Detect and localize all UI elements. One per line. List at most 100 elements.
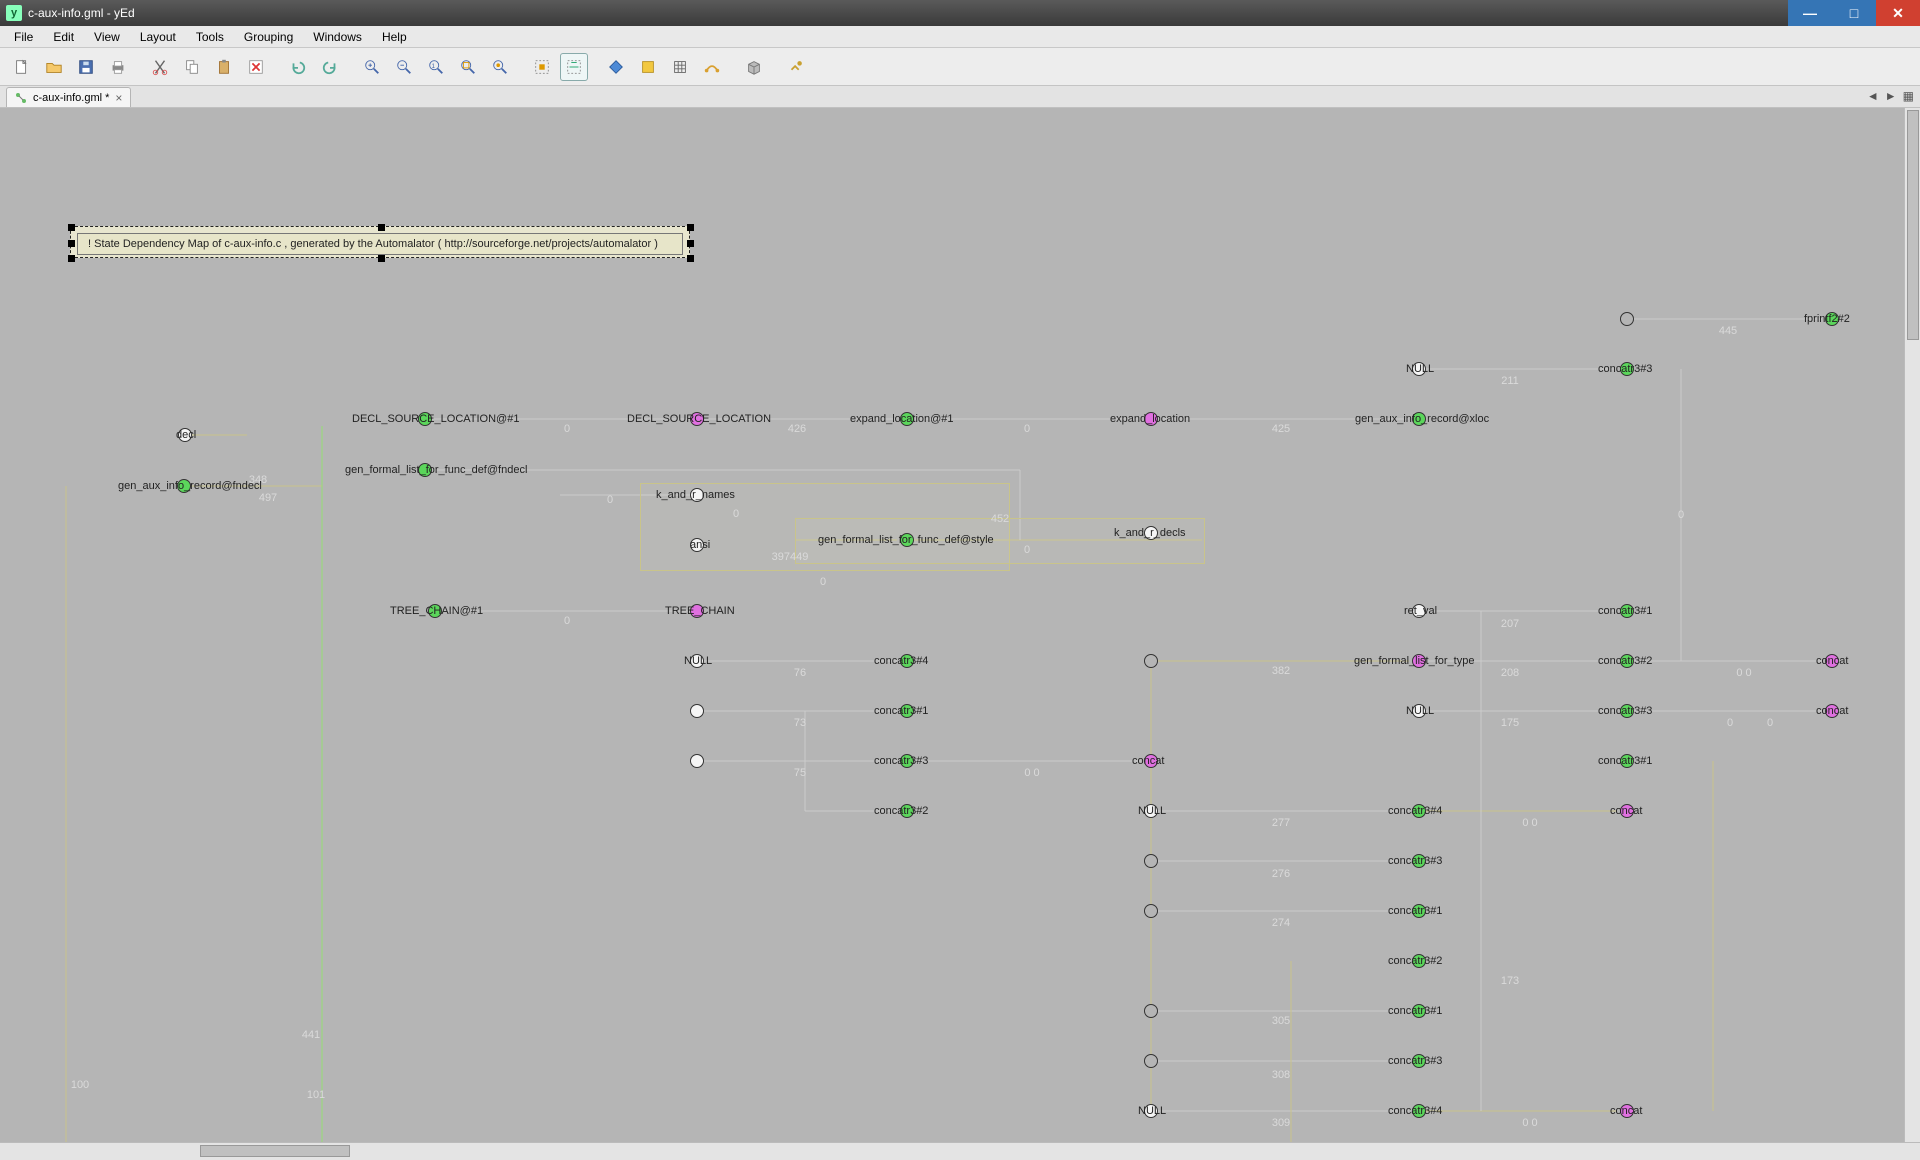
tab-next-button[interactable]: ► bbox=[1885, 89, 1897, 103]
node-NULL1[interactable] bbox=[690, 654, 704, 668]
undo-button[interactable] bbox=[284, 53, 312, 81]
node-NULL3[interactable] bbox=[1144, 1104, 1158, 1118]
node-concat2m[interactable] bbox=[1620, 804, 1634, 818]
window-maximize-button[interactable]: □ bbox=[1832, 0, 1876, 26]
tab-close-button[interactable]: × bbox=[115, 91, 122, 105]
menu-view[interactable]: View bbox=[86, 28, 128, 46]
node-concat[interactable] bbox=[1144, 754, 1158, 768]
node-expand_location[interactable] bbox=[1144, 412, 1158, 426]
selection-handle[interactable] bbox=[68, 224, 75, 231]
window-minimize-button[interactable]: — bbox=[1788, 0, 1832, 26]
node-NULLtop[interactable] bbox=[1412, 362, 1426, 376]
layout-organic-button[interactable] bbox=[634, 53, 662, 81]
node-decl[interactable] bbox=[178, 428, 192, 442]
node-TREE_CHAIN1[interactable] bbox=[428, 604, 442, 618]
selection-handle[interactable] bbox=[687, 240, 694, 247]
menu-file[interactable]: File bbox=[6, 28, 41, 46]
node-ret_val[interactable] bbox=[1412, 604, 1426, 618]
node-fprintf[interactable] bbox=[1825, 312, 1839, 326]
node-NULL2[interactable] bbox=[1144, 804, 1158, 818]
menu-tools[interactable]: Tools bbox=[188, 28, 232, 46]
zoom-fit-button[interactable] bbox=[454, 53, 482, 81]
vertical-scrollbar[interactable] bbox=[1904, 108, 1920, 1142]
node-gen_aux_info_record_xloc[interactable] bbox=[1412, 412, 1426, 426]
selection-handle[interactable] bbox=[378, 224, 385, 231]
redo-button[interactable] bbox=[316, 53, 344, 81]
node-w1[interactable] bbox=[690, 704, 704, 718]
node-gen_aux_info_record_fndecl[interactable] bbox=[177, 479, 191, 493]
horizontal-scroll-thumb[interactable] bbox=[200, 1145, 350, 1157]
menu-help[interactable]: Help bbox=[374, 28, 415, 46]
menu-edit[interactable]: Edit bbox=[45, 28, 82, 46]
node-disc[interactable] bbox=[1620, 312, 1634, 326]
selection-handle[interactable] bbox=[687, 224, 694, 231]
node-gr5[interactable] bbox=[1144, 1054, 1158, 1068]
node-cc32a[interactable] bbox=[1412, 954, 1426, 968]
node-cc33b[interactable] bbox=[1412, 1054, 1426, 1068]
node-concat31[interactable] bbox=[900, 704, 914, 718]
node-ccx33top[interactable] bbox=[1620, 362, 1634, 376]
selection-handle[interactable] bbox=[687, 255, 694, 262]
menu-layout[interactable]: Layout bbox=[132, 28, 184, 46]
settings-button[interactable] bbox=[782, 53, 810, 81]
delete-button[interactable] bbox=[242, 53, 270, 81]
node-ccx33[interactable] bbox=[1620, 704, 1634, 718]
window-close-button[interactable]: ✕ bbox=[1876, 0, 1920, 26]
node-ansi[interactable] bbox=[690, 538, 704, 552]
paste-button[interactable] bbox=[210, 53, 238, 81]
node-gr2[interactable] bbox=[1144, 854, 1158, 868]
node-k_and_r_names[interactable] bbox=[690, 488, 704, 502]
package-button[interactable] bbox=[740, 53, 768, 81]
print-button[interactable] bbox=[104, 53, 132, 81]
node-k_and_r_decls[interactable] bbox=[1144, 526, 1158, 540]
layout-hierarchic-button[interactable] bbox=[602, 53, 630, 81]
zoom-reset-button[interactable]: 1 bbox=[422, 53, 450, 81]
node-gen_formal_list_for_func_def_fndecl[interactable] bbox=[418, 463, 432, 477]
save-button[interactable] bbox=[72, 53, 100, 81]
zoom-in-button[interactable] bbox=[358, 53, 386, 81]
node-ccx32[interactable] bbox=[1620, 654, 1634, 668]
menu-windows[interactable]: Windows bbox=[305, 28, 370, 46]
selection-handle[interactable] bbox=[68, 240, 75, 247]
fit-content-button[interactable] bbox=[528, 53, 556, 81]
selection-handle[interactable] bbox=[68, 255, 75, 262]
node-concatR2[interactable] bbox=[1825, 704, 1839, 718]
node-gr1[interactable] bbox=[1144, 654, 1158, 668]
node-concat3m[interactable] bbox=[1620, 1104, 1634, 1118]
node-cc31b[interactable] bbox=[1412, 1004, 1426, 1018]
copy-button[interactable] bbox=[178, 53, 206, 81]
node-concat32[interactable] bbox=[900, 804, 914, 818]
fit-selection-button[interactable] bbox=[560, 53, 588, 81]
node-gen_formal_list_for_type[interactable] bbox=[1412, 654, 1426, 668]
node-concat34[interactable] bbox=[900, 654, 914, 668]
node-TREE_CHAIN[interactable] bbox=[690, 604, 704, 618]
node-gr4[interactable] bbox=[1144, 1004, 1158, 1018]
node-w2[interactable] bbox=[690, 754, 704, 768]
tab-menu-button[interactable]: ▦ bbox=[1903, 89, 1914, 103]
node-ccx31b[interactable] bbox=[1620, 754, 1634, 768]
zoom-selection-button[interactable] bbox=[486, 53, 514, 81]
zoom-out-button[interactable] bbox=[390, 53, 418, 81]
graph-canvas[interactable]: ! State Dependency Map of c-aux-info.c ,… bbox=[0, 108, 1920, 1142]
node-concatR[interactable] bbox=[1825, 654, 1839, 668]
node-cc31[interactable] bbox=[1412, 904, 1426, 918]
selected-node-banner-box[interactable]: ! State Dependency Map of c-aux-info.c ,… bbox=[70, 226, 690, 258]
tab-prev-button[interactable]: ◄ bbox=[1867, 89, 1879, 103]
open-button[interactable] bbox=[40, 53, 68, 81]
menu-grouping[interactable]: Grouping bbox=[236, 28, 301, 46]
node-cc34b[interactable] bbox=[1412, 1104, 1426, 1118]
node-cc34[interactable] bbox=[1412, 804, 1426, 818]
selection-handle[interactable] bbox=[378, 255, 385, 262]
edge-routing-button[interactable] bbox=[698, 53, 726, 81]
document-tab[interactable]: c-aux-info.gml * × bbox=[6, 87, 131, 107]
cut-button[interactable] bbox=[146, 53, 174, 81]
node-DECL_SOURCE_LOCATION[interactable] bbox=[690, 412, 704, 426]
horizontal-scrollbar[interactable] bbox=[0, 1142, 1920, 1160]
node-NULL4[interactable] bbox=[1412, 704, 1426, 718]
node-expand_location1[interactable] bbox=[900, 412, 914, 426]
node-ccx31[interactable] bbox=[1620, 604, 1634, 618]
new-button[interactable] bbox=[8, 53, 36, 81]
vertical-scroll-thumb[interactable] bbox=[1907, 110, 1919, 340]
layout-grid-button[interactable] bbox=[666, 53, 694, 81]
node-cc33[interactable] bbox=[1412, 854, 1426, 868]
